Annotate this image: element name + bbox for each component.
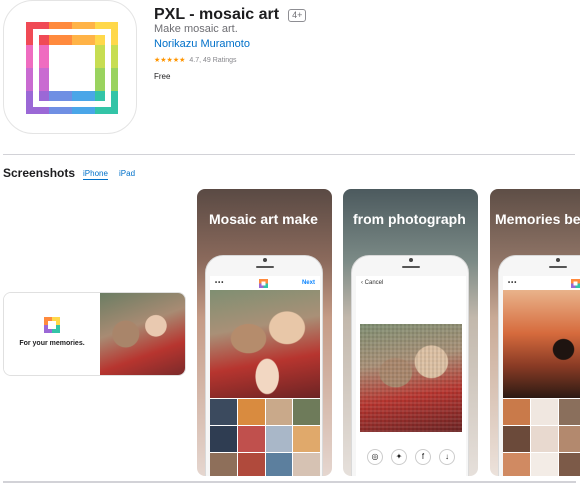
screenshot-1-tagline: For your memories.	[19, 340, 85, 347]
grid-photo	[293, 399, 320, 425]
section-divider	[3, 154, 575, 155]
screenshot-2[interactable]: Mosaic art make ••• Next	[197, 189, 332, 476]
screenshots-heading: Screenshots	[3, 166, 76, 180]
tab-iphone[interactable]: iPhone	[83, 169, 108, 180]
age-rating-badge: 4+	[288, 8, 307, 22]
app-title-row: PXL - mosaic art 4+	[154, 6, 307, 24]
download-icon: ↓	[439, 449, 455, 465]
grid-photo	[530, 426, 558, 452]
camera-icon	[409, 258, 413, 262]
grid-photo	[210, 399, 237, 425]
app-subtitle: Make mosaic art.	[154, 23, 238, 35]
app-icon	[3, 0, 137, 134]
pxl-logo-icon	[258, 278, 268, 288]
app-navbar: •••	[503, 276, 580, 290]
couple-photo	[100, 293, 185, 375]
grid-photo	[503, 426, 530, 452]
app-navbar: ‹ Cancel	[356, 276, 466, 290]
screenshot-1[interactable]: For your memories.	[3, 292, 186, 376]
rating-text: 4.7, 49 Ratings	[189, 56, 237, 64]
grid-photo	[558, 426, 580, 452]
screenshot-3[interactable]: from photograph ‹ Cancel ◎ ✦ f ↓	[343, 189, 478, 476]
grid-photo	[210, 453, 237, 476]
couple-photo	[210, 290, 320, 398]
screenshot-3-heading: from photograph	[353, 211, 466, 227]
grid-photo	[503, 399, 530, 425]
grid-photo	[210, 426, 237, 452]
photo-grid	[503, 399, 580, 476]
wedding-photo	[503, 290, 580, 398]
pxl-logo-icon	[571, 278, 580, 288]
grid-photo	[558, 453, 580, 476]
tab-ipad[interactable]: iPad	[119, 169, 135, 178]
camera-icon	[556, 258, 560, 262]
grid-photo	[558, 399, 580, 425]
screenshot-4-heading: Memories be	[495, 211, 580, 227]
instagram-icon: ◎	[367, 449, 383, 465]
cancel-button: ‹ Cancel	[361, 280, 384, 286]
screenshot-2-heading: Mosaic art make	[209, 211, 318, 227]
grid-photo	[265, 453, 293, 476]
grid-photo	[237, 399, 265, 425]
more-icon: •••	[508, 280, 518, 286]
screenshot-1-panel: For your memories.	[4, 293, 100, 375]
grid-photo	[265, 426, 293, 452]
grid-photo	[293, 453, 320, 476]
speaker	[402, 266, 420, 268]
rating-row: ★★★★★ 4.7, 49 Ratings	[154, 56, 237, 65]
phone-mockup: ••• Next	[205, 255, 323, 476]
rating-stars-icon: ★★★★★	[154, 57, 186, 64]
grid-photo	[293, 426, 320, 452]
grid-photo	[237, 453, 265, 476]
twitter-icon: ✦	[391, 449, 407, 465]
phone-screen: •••	[503, 276, 580, 476]
photo-grid	[210, 399, 320, 476]
phone-mockup: ‹ Cancel ◎ ✦ f ↓	[351, 255, 469, 476]
speaker	[256, 266, 274, 268]
grid-photo	[503, 453, 530, 476]
speaker	[549, 266, 567, 268]
app-title: PXL - mosaic art	[154, 6, 280, 23]
share-bar: ◎ ✦ f ↓	[356, 446, 466, 468]
developer-link[interactable]: Norikazu Muramoto	[154, 38, 250, 50]
facebook-icon: f	[415, 449, 431, 465]
phone-screen: ••• Next	[210, 276, 320, 476]
grid-photo	[265, 399, 293, 425]
phone-mockup: •••	[498, 255, 580, 476]
price-label: Free	[154, 72, 171, 81]
grid-photo	[237, 426, 265, 452]
next-button: Next	[301, 280, 315, 286]
grid-photo	[530, 399, 558, 425]
camera-icon	[263, 258, 267, 262]
phone-screen: ‹ Cancel ◎ ✦ f ↓	[356, 276, 466, 476]
app-navbar: ••• Next	[210, 276, 320, 290]
screenshot-4[interactable]: Memories be •••	[490, 189, 580, 476]
pxl-logo-icon	[26, 22, 118, 114]
grid-photo	[530, 453, 558, 476]
mosaic-preview	[360, 324, 462, 432]
more-icon: •••	[215, 280, 225, 286]
pxl-logo-icon	[44, 317, 60, 333]
